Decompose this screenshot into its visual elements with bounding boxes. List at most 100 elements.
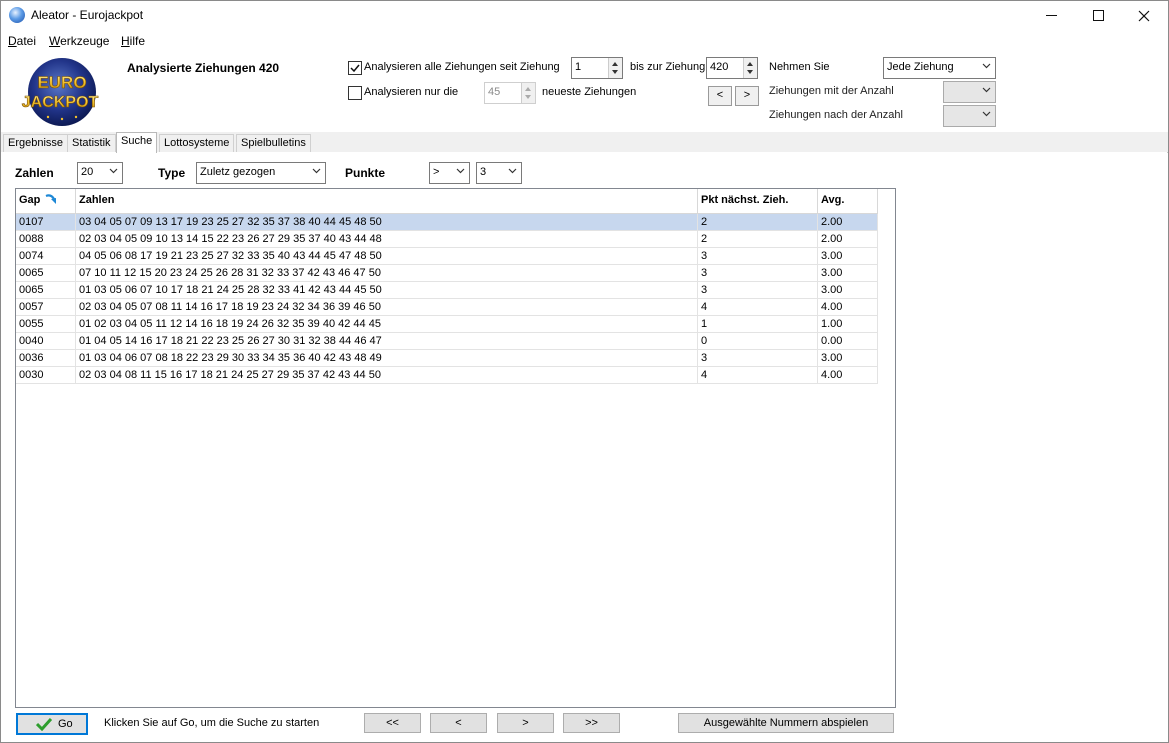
avg-cell: 4.00 <box>818 367 878 384</box>
punkte-operator-select[interactable]: > <box>429 162 470 184</box>
gap-cell: 0040 <box>16 333 76 350</box>
checkmark-icon <box>36 717 52 731</box>
table-row[interactable]: 0088 02 03 04 05 09 10 13 14 15 22 23 26 … <box>16 231 878 248</box>
from-draw-stepper[interactable]: 1 <box>571 57 623 79</box>
pkt-cell: 4 <box>698 367 818 384</box>
sort-descending-icon <box>45 194 56 204</box>
window-title: Aleator - Eurojackpot <box>31 8 144 22</box>
gap-cell: 0055 <box>16 316 76 333</box>
pkt-cell: 3 <box>698 282 818 299</box>
with-count-select[interactable] <box>943 81 996 103</box>
table-row[interactable]: 0055 01 02 03 04 05 11 12 14 16 18 19 24 … <box>16 316 878 333</box>
gap-cell: 0088 <box>16 231 76 248</box>
to-draw-stepper[interactable]: 420 <box>706 57 758 79</box>
analyse-latest-checkbox[interactable] <box>348 86 362 100</box>
prev-draw-button[interactable]: < <box>708 86 732 106</box>
spin-arrows-icon[interactable] <box>608 58 622 78</box>
last-page-button[interactable]: >> <box>563 713 620 733</box>
punkte-label: Punkte <box>345 166 386 180</box>
tab-statistik[interactable]: Statistik <box>67 134 116 152</box>
zahlen-cell: 01 04 05 14 16 17 18 21 22 23 25 26 27 3… <box>76 333 698 350</box>
tab-suche[interactable]: Suche <box>116 132 158 153</box>
zahlen-cell: 01 03 05 06 07 10 17 18 21 24 25 28 32 3… <box>76 282 698 299</box>
column-header-gap[interactable]: Gap <box>16 189 76 213</box>
tab-ergebnisse[interactable]: Ergebnisse <box>3 134 69 152</box>
chevron-down-icon <box>508 168 517 174</box>
table-row[interactable]: 0074 04 05 06 08 17 19 21 23 25 27 32 33 … <box>16 248 878 265</box>
type-select[interactable]: Zuletz gezogen <box>196 162 326 184</box>
latest-count-stepper[interactable]: 45 <box>484 82 536 104</box>
close-button[interactable] <box>1121 1 1167 30</box>
play-selected-button[interactable]: Ausgewählte Nummern abspielen <box>678 713 894 733</box>
svg-text:JACKPOT: JACKPOT <box>22 94 99 111</box>
pkt-cell: 3 <box>698 350 818 367</box>
minimize-button[interactable] <box>1029 1 1075 30</box>
zahlen-select[interactable]: 20 <box>77 162 123 184</box>
zahlen-cell: 02 03 04 05 09 10 13 14 15 22 23 26 27 2… <box>76 231 698 248</box>
chevron-down-icon <box>982 63 991 69</box>
spin-arrows-icon[interactable] <box>521 83 535 103</box>
next-draw-button[interactable]: > <box>735 86 759 106</box>
spin-arrows-icon[interactable] <box>743 58 757 78</box>
after-count-label: Ziehungen nach der Anzahl <box>769 109 903 121</box>
latest-draws-label: neueste Ziehungen <box>542 86 637 98</box>
gap-cell: 0065 <box>16 265 76 282</box>
avg-cell: 0.00 <box>818 333 878 350</box>
column-header-zahlen[interactable]: Zahlen <box>76 189 698 213</box>
table-row[interactable]: 0065 07 10 11 12 15 20 23 24 25 26 28 31 … <box>16 265 878 282</box>
table-row[interactable]: 0040 01 04 05 14 16 17 18 21 22 23 25 26 … <box>16 333 878 350</box>
app-icon[interactable] <box>9 7 25 23</box>
chevron-down-icon <box>982 87 991 93</box>
first-page-button[interactable]: << <box>364 713 421 733</box>
avg-cell: 2.00 <box>818 214 878 231</box>
table-row[interactable]: 0030 02 03 04 08 11 15 16 17 18 21 24 25 … <box>16 367 878 384</box>
avg-cell: 4.00 <box>818 299 878 316</box>
with-count-label: Ziehungen mit der Anzahl <box>769 85 894 97</box>
table-row[interactable]: 0065 01 03 05 06 07 10 17 18 21 24 25 28 … <box>16 282 878 299</box>
gap-cell: 0065 <box>16 282 76 299</box>
punkte-value-select[interactable]: 3 <box>476 162 522 184</box>
zahlen-cell: 02 03 04 08 11 15 16 17 18 21 24 25 27 2… <box>76 367 698 384</box>
tab-spielbulletins[interactable]: Spielbulletins <box>236 134 311 152</box>
table-row[interactable]: 0107 03 04 05 07 09 13 17 19 23 25 27 32 … <box>16 214 878 231</box>
analyse-all-checkbox[interactable] <box>348 61 362 75</box>
analyse-latest-label: Analysieren nur die <box>364 86 459 98</box>
chevron-down-icon <box>982 111 991 117</box>
menu-werkzeuge[interactable]: Werkzeuge <box>49 34 109 48</box>
zahlen-cell: 02 03 04 05 07 08 11 14 16 17 18 19 23 2… <box>76 299 698 316</box>
gap-cell: 0057 <box>16 299 76 316</box>
pkt-cell: 0 <box>698 333 818 350</box>
title-bar[interactable] <box>1 1 1168 31</box>
chevron-down-icon <box>109 168 118 174</box>
table-row[interactable]: 0057 02 03 04 05 07 08 11 14 16 17 18 19 … <box>16 299 878 316</box>
zahlen-cell: 01 02 03 04 05 11 12 14 16 18 19 24 26 3… <box>76 316 698 333</box>
next-page-button[interactable]: > <box>497 713 554 733</box>
analysed-draws-label: Analysierte Ziehungen 420 <box>127 61 280 75</box>
avg-cell: 3.00 <box>818 282 878 299</box>
pkt-cell: 1 <box>698 316 818 333</box>
tab-lottosysteme[interactable]: Lottosysteme <box>159 134 235 152</box>
after-count-select[interactable] <box>943 105 996 127</box>
column-header-pkt[interactable]: Pkt nächst. Zieh. <box>698 189 818 213</box>
menu-datei[interactable]: Datei <box>8 34 36 48</box>
zahlen-cell: 01 03 04 06 07 08 18 22 23 29 30 33 34 3… <box>76 350 698 367</box>
column-header-avg[interactable]: Avg. <box>818 189 878 213</box>
analyse-all-label: Analysieren alle Ziehungen seit Ziehung <box>364 61 560 73</box>
menu-hilfe[interactable]: Hilfe <box>121 34 145 48</box>
zahlen-label: Zahlen <box>15 166 54 180</box>
take-select[interactable]: Jede Ziehung <box>883 57 996 79</box>
eurojackpot-logo: EURO JACKPOT <box>21 58 99 126</box>
pkt-cell: 4 <box>698 299 818 316</box>
avg-cell: 3.00 <box>818 248 878 265</box>
table-row[interactable]: 0036 01 03 04 06 07 08 18 22 23 29 30 33 … <box>16 350 878 367</box>
zahlen-cell: 03 04 05 07 09 13 17 19 23 25 27 32 35 3… <box>76 214 698 231</box>
zahlen-cell: 07 10 11 12 15 20 23 24 25 26 28 31 32 3… <box>76 265 698 282</box>
pkt-cell: 2 <box>698 231 818 248</box>
prev-page-button[interactable]: < <box>430 713 487 733</box>
search-hint: Klicken Sie auf Go, um die Suche zu star… <box>104 717 320 729</box>
pkt-cell: 3 <box>698 248 818 265</box>
maximize-button[interactable] <box>1075 1 1121 30</box>
chevron-down-icon <box>456 168 465 174</box>
checkmark-icon <box>350 64 360 73</box>
go-button[interactable]: Go <box>16 713 88 735</box>
